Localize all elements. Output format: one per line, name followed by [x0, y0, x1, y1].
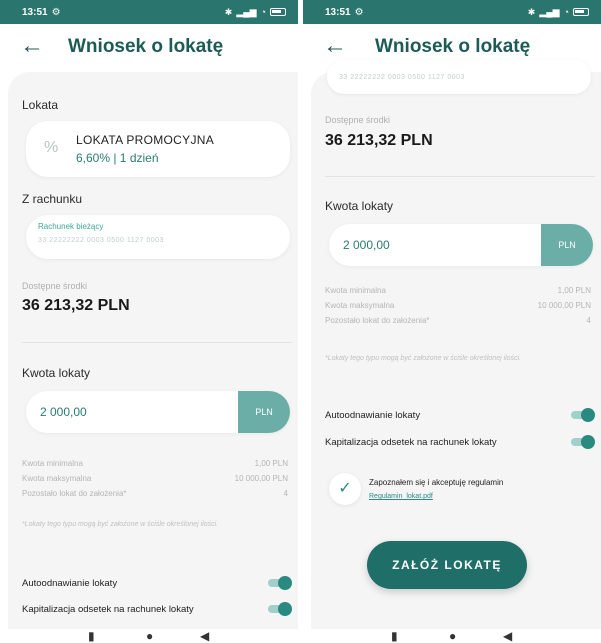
divider [22, 342, 292, 343]
account-card-scrolled[interactable]: 33 22222222 0003 0500 1127 0003 [327, 60, 591, 94]
limit-label: Kwota minimalna [325, 286, 386, 295]
signal-icon: ▂▄▆ [539, 6, 560, 17]
limit-label: Pozostało lokat do założenia* [325, 316, 430, 325]
terms-checkbox[interactable]: ✓ [329, 473, 361, 505]
toggle-cap-label: Kapitalizacja odsetek na rachunek lokaty [22, 603, 194, 615]
limit-label: Kwota minimalna [22, 459, 83, 468]
bluetooth-icon: ✱ [224, 6, 233, 17]
status-icons: ✱ ▂▄▆ ◔ [225, 7, 286, 18]
lokata-section-label: Lokata [22, 98, 59, 112]
signal-icon: ▂▄▆ [236, 6, 257, 17]
limit-row: Kwota maksymalna 10 000,00 PLN [22, 471, 288, 486]
status-time: 13:51 [22, 6, 48, 18]
limit-value: 4 [586, 316, 591, 325]
available-label: Dostępne środki [22, 281, 88, 291]
limits-list: Kwota minimalna 1,00 PLN Kwota maksymalna… [22, 456, 288, 501]
limit-row: Pozostało lokat do założenia* 4 [22, 486, 288, 501]
percent-icon: % [44, 139, 59, 156]
divider [325, 176, 595, 177]
submit-button[interactable]: ZAŁÓŻ LOKATĘ [367, 541, 527, 589]
system-nav-bar: ▮ ● ◀ [0, 629, 298, 643]
footnote: *Lokaty tego typu mogą być założone w śc… [325, 355, 522, 362]
recent-apps-icon[interactable]: ▮ [88, 629, 95, 643]
limit-row: Kwota minimalna 1,00 PLN [22, 456, 288, 471]
toggle-renew-switch[interactable] [571, 408, 595, 422]
limit-value: 1,00 PLN [254, 459, 288, 468]
toggle-cap-row: Kapitalizacja odsetek na rachunek lokaty [325, 431, 595, 453]
toggle-knob [581, 435, 595, 449]
amount-section-label: Kwota lokaty [325, 199, 394, 213]
status-bar: 13:51 ⚙ ✱ ▂▄▆ ◔ [303, 0, 601, 24]
currency-badge: PLN [541, 224, 593, 266]
amount-field-group: PLN [329, 224, 593, 266]
limit-row: Pozostało lokat do założenia* 4 [325, 313, 591, 328]
screen-left: 13:51 ⚙ ✱ ▂▄▆ ◔ ← Wniosek o lokatę Lokat… [0, 0, 298, 643]
lokata-card[interactable]: % LOKATA PROMOCYJNA 6,60% | 1 dzień [26, 121, 290, 177]
status-bar: 13:51 ⚙ ✱ ▂▄▆ ◔ [0, 0, 298, 24]
toggle-renew-label: Autoodnawianie lokaty [22, 577, 118, 589]
bluetooth-icon: ✱ [527, 6, 536, 17]
terms-text: Zapoznałem się i akceptuję regulamin [369, 478, 504, 487]
limit-value: 10 000,00 PLN [234, 474, 288, 483]
amount-field-group: PLN [26, 391, 290, 433]
back-nav-icon[interactable]: ◀ [200, 629, 209, 643]
limits-list: Kwota minimalna 1,00 PLN Kwota maksymalna… [325, 283, 591, 328]
wifi-icon: ◔ [563, 7, 569, 17]
screen-right: 13:51 ⚙ ✱ ▂▄▆ ◔ ← Wniosek o lokatę 33 22… [303, 0, 601, 643]
available-value: 36 213,32 PLN [325, 132, 433, 149]
app-root: 13:51 ⚙ ✱ ▂▄▆ ◔ ← Wniosek o lokatę Lokat… [0, 0, 601, 643]
amount-section-label: Kwota lokaty [22, 366, 91, 380]
footnote: *Lokaty tego typu mogą być założone w śc… [22, 521, 219, 528]
toggle-renew-switch[interactable] [268, 576, 292, 590]
arrow-left-icon[interactable]: ← [20, 34, 44, 58]
account-number: 33 22222222 0003 0500 1127 0003 [38, 237, 164, 244]
limit-value: 1,00 PLN [557, 286, 591, 295]
status-icons: ✱ ▂▄▆ ◔ [528, 7, 589, 18]
account-card[interactable]: Rachunek bieżący 33 22222222 0003 0500 1… [26, 215, 290, 259]
toggle-cap-row: Kapitalizacja odsetek na rachunek lokaty [22, 598, 292, 620]
toggle-cap-switch[interactable] [571, 435, 595, 449]
system-nav-bar: ▮ ● ◀ [303, 629, 601, 643]
battery-icon [573, 8, 589, 16]
recent-apps-icon[interactable]: ▮ [391, 629, 398, 643]
home-icon[interactable]: ● [146, 629, 153, 643]
status-time: 13:51 [325, 6, 351, 18]
lokata-name: LOKATA PROMOCYJNA [76, 133, 215, 147]
account-section-label: Z rachunku [22, 192, 83, 206]
toggle-renew-label: Autoodnawianie lokaty [325, 409, 421, 421]
header: ← Wniosek o lokatę [0, 24, 298, 72]
gear-icon: ⚙ [354, 6, 364, 18]
limit-label: Kwota maksymalna [22, 474, 92, 483]
wifi-icon: ◔ [260, 7, 266, 17]
account-number: 33 22222222 0003 0500 1127 0003 [339, 74, 465, 81]
toggle-knob [581, 408, 595, 422]
terms-link[interactable]: Regulamin_lokat.pdf [369, 493, 433, 500]
limit-value: 10 000,00 PLN [537, 301, 591, 310]
limit-row: Kwota maksymalna 10 000,00 PLN [325, 298, 591, 313]
account-label: Rachunek bieżący [38, 222, 104, 231]
limit-label: Pozostało lokat do założenia* [22, 489, 127, 498]
toggle-knob [278, 602, 292, 616]
toggle-knob [278, 576, 292, 590]
page-title: Wniosek o lokatę [68, 36, 224, 57]
available-label: Dostępne środki [325, 115, 391, 125]
battery-icon [270, 8, 286, 16]
check-icon: ✓ [338, 480, 352, 497]
limit-value: 4 [283, 489, 288, 498]
arrow-left-icon[interactable]: ← [323, 34, 347, 58]
currency-badge: PLN [238, 391, 290, 433]
toggle-cap-label: Kapitalizacja odsetek na rachunek lokaty [325, 436, 497, 448]
toggle-renew-row: Autoodnawianie lokaty [22, 572, 292, 594]
lokata-rate: 6,60% | 1 dzień [76, 151, 159, 165]
gear-icon: ⚙ [51, 6, 61, 18]
back-nav-icon[interactable]: ◀ [503, 629, 512, 643]
page-title: Wniosek o lokatę [375, 36, 531, 57]
limit-row: Kwota minimalna 1,00 PLN [325, 283, 591, 298]
toggle-cap-switch[interactable] [268, 602, 292, 616]
limit-label: Kwota maksymalna [325, 301, 395, 310]
available-value: 36 213,32 PLN [22, 297, 130, 314]
toggle-renew-row: Autoodnawianie lokaty [325, 404, 595, 426]
home-icon[interactable]: ● [449, 629, 456, 643]
